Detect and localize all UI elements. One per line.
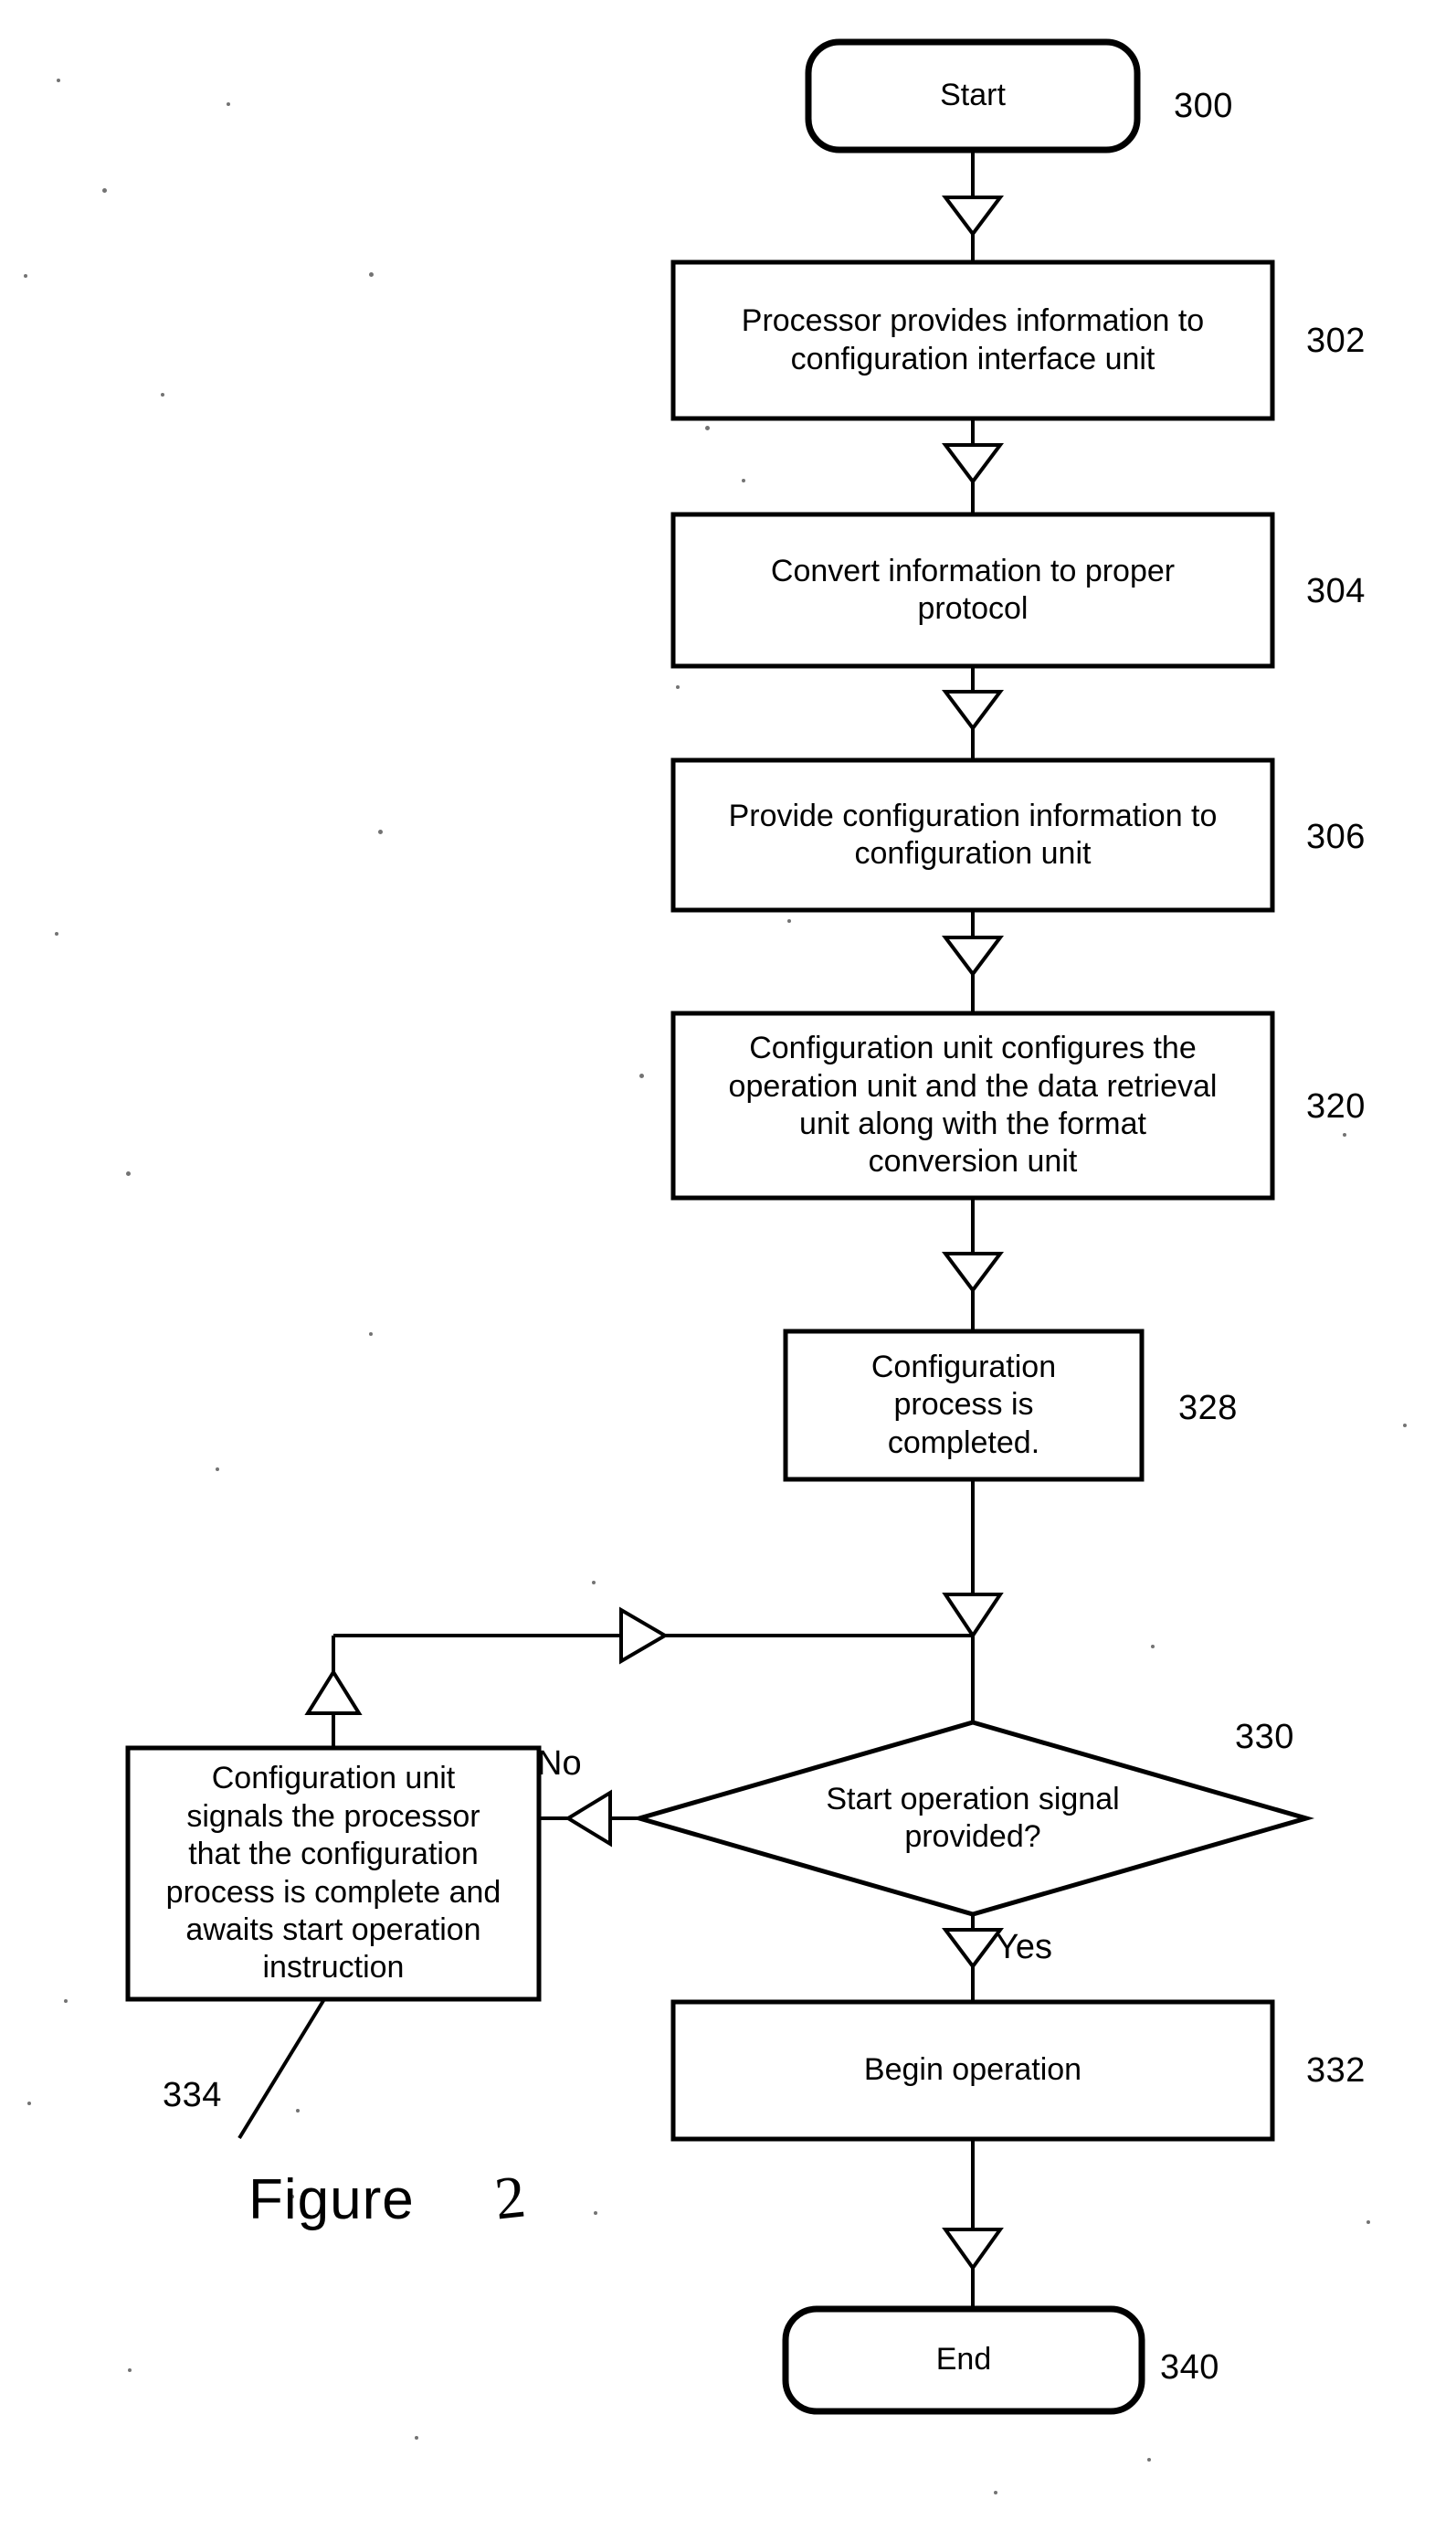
scan-speck [64, 1999, 68, 2003]
scan-speck [415, 2436, 418, 2440]
scan-speck [705, 426, 710, 430]
scan-speck [27, 2102, 31, 2105]
node-decision-330-shape [630, 1720, 1315, 1917]
arrowhead-up-feedback [304, 1668, 363, 1715]
scan-speck [161, 393, 164, 397]
ref-numeral-306: 306 [1306, 818, 1366, 856]
node-step-304-shape [670, 512, 1275, 669]
arrowhead-left-no [564, 1789, 612, 1848]
ref-numeral-304: 304 [1306, 572, 1366, 610]
scan-speck [994, 2491, 997, 2494]
scan-speck [594, 2211, 597, 2215]
arrowhead-down-5 [942, 1252, 1004, 1294]
arrowhead-down-2 [942, 443, 1004, 485]
edge-label-no: No [537, 1744, 582, 1783]
arrowhead-right-feedback [619, 1606, 669, 1665]
node-step-306-shape [670, 757, 1275, 913]
node-step-320-shape [670, 1011, 1275, 1201]
flowchart-graphics [125, 38, 1315, 2415]
ref-numeral-332: 332 [1306, 2051, 1366, 2090]
ref-numeral-320: 320 [1306, 1087, 1366, 1126]
arrowhead-down-6 [942, 1593, 1004, 1639]
node-step-332-shape [670, 1999, 1275, 2142]
scan-speck [369, 1332, 373, 1336]
scan-speck [369, 272, 374, 277]
scan-speck [1343, 1133, 1346, 1137]
ref-numeral-340: 340 [1160, 2348, 1219, 2387]
ref-numeral-300: 300 [1174, 87, 1233, 125]
scan-speck [126, 1171, 131, 1176]
scan-speck [1151, 1645, 1155, 1648]
scan-speck [676, 685, 680, 689]
patent-figure-sheet: Start Processor provides information to … [0, 0, 1456, 2531]
arrowhead-down-1 [942, 196, 1004, 238]
scan-speck [128, 2368, 132, 2372]
scan-speck [24, 274, 27, 278]
arrowhead-down-4 [942, 936, 1004, 978]
node-start-shape [805, 38, 1141, 154]
scan-speck [378, 830, 383, 834]
scan-speck [592, 1581, 596, 1584]
scan-speck [742, 479, 745, 482]
scan-speck [1147, 2458, 1151, 2462]
scan-speck [227, 102, 230, 106]
node-end-shape [782, 2305, 1145, 2415]
arrowhead-down-3 [942, 690, 1004, 732]
scan-speck [1366, 2220, 1370, 2224]
scan-speck [57, 79, 60, 82]
node-step-302-shape [670, 259, 1275, 421]
ref-numeral-302: 302 [1306, 322, 1366, 360]
ref-numeral-328: 328 [1178, 1389, 1238, 1427]
arrowhead-down-end [942, 2228, 1004, 2272]
scan-speck [290, 2195, 294, 2198]
scan-speck [296, 2109, 300, 2113]
scan-speck [55, 932, 58, 936]
scan-speck [102, 188, 107, 193]
node-step-334-shape [125, 1745, 542, 2002]
ref-numeral-330: 330 [1235, 1718, 1294, 1756]
scan-speck [1403, 1424, 1407, 1427]
arrowhead-down-yes [942, 1928, 1004, 1970]
edge-label-yes: Yes [996, 1928, 1052, 1966]
ref-numeral-334: 334 [163, 2076, 222, 2114]
node-step-328-shape [783, 1329, 1145, 1482]
scan-speck [787, 919, 791, 923]
scan-speck [639, 1074, 644, 1078]
leader-line-334 [237, 1997, 326, 2140]
scan-speck [216, 1467, 219, 1471]
figure-caption-word: Figure [248, 2168, 415, 2231]
